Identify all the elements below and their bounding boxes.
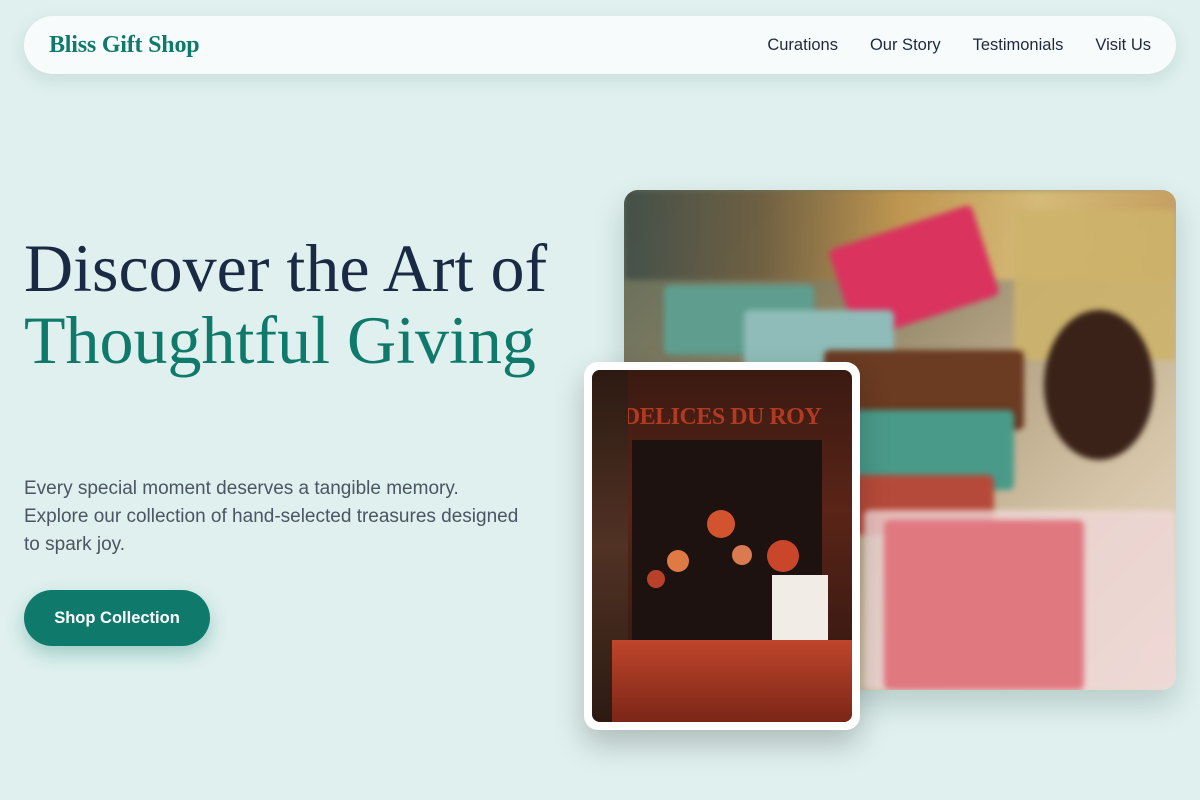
hero-title-main: Discover the Art of — [24, 230, 548, 306]
nav-link-curations[interactable]: Curations — [767, 36, 838, 55]
hero-title: Discover the Art of Thoughtful Giving — [24, 232, 584, 376]
brand-logo[interactable]: Bliss Gift Shop — [49, 32, 200, 59]
nav-link-our-story[interactable]: Our Story — [870, 36, 941, 55]
storefront-sign: DELICES DU ROY — [622, 404, 822, 430]
nav-link-testimonials[interactable]: Testimonials — [973, 36, 1064, 55]
hero-subtitle: Every special moment deserves a tangible… — [24, 478, 519, 555]
hero-title-accent: Thoughtful Giving — [24, 302, 536, 378]
nav-links: Curations Our Story Testimonials Visit U… — [767, 36, 1151, 55]
nav-link-visit-us[interactable]: Visit Us — [1095, 36, 1151, 55]
storefront-photo: DELICES DU ROY — [592, 370, 852, 722]
top-navbar: Bliss Gift Shop Curations Our Story Test… — [24, 16, 1176, 74]
shop-collection-button[interactable]: Shop Collection — [24, 590, 210, 646]
storefront-photo-frame: DELICES DU ROY — [584, 362, 860, 730]
